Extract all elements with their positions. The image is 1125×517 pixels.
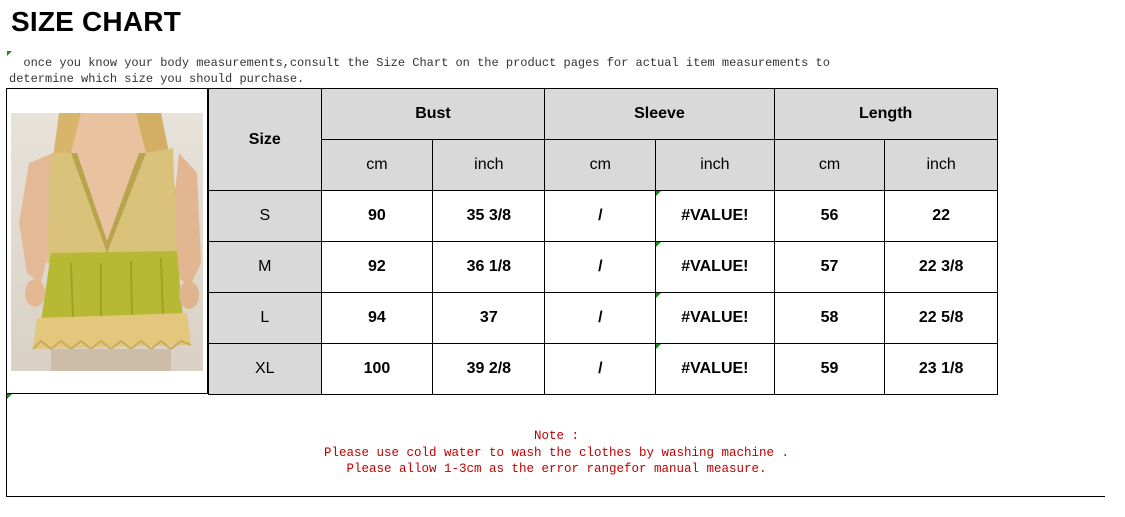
page-title: SIZE CHART <box>11 6 181 37</box>
sleeve-cm-cell: / <box>544 292 657 344</box>
table-row: S 90 35 3/8 / #VALUE! 56 22 <box>208 190 1105 242</box>
sleeve-inch-cell: #VALUE! <box>655 190 775 242</box>
sleeve-cm-cell: / <box>544 343 657 395</box>
bust-inch-cell: 39 2/8 <box>432 343 546 395</box>
unit-header: cm <box>773 139 886 191</box>
bust-cm-cell: 92 <box>320 241 434 293</box>
bust-cm-cell: 90 <box>320 190 434 242</box>
table-row: XL 100 39 2/8 / #VALUE! 59 23 1/8 <box>208 343 1105 395</box>
size-cell: L <box>208 292 322 344</box>
note-box: Note : Please use cold water to wash the… <box>6 394 1105 497</box>
intro-line-1: once you know your body measurements,con… <box>9 56 830 70</box>
length-inch-cell: 23 1/8 <box>884 343 998 395</box>
length-header: Length <box>773 88 998 140</box>
sleeve-header: Sleeve <box>544 88 775 140</box>
length-inch-cell: 22 3/8 <box>884 241 998 293</box>
bust-inch-cell: 35 3/8 <box>432 190 546 242</box>
length-cm-cell: 58 <box>773 292 886 344</box>
note-heading: Note : <box>533 429 579 443</box>
size-chart-sheet: Size Bust Sleeve Length cm inch cm inch … <box>6 88 1105 497</box>
unit-header: inch <box>432 139 546 191</box>
unit-header: inch <box>655 139 775 191</box>
intro-text: once you know your body measurements,con… <box>9 55 839 87</box>
sleeve-inch-cell: #VALUE! <box>655 343 775 395</box>
unit-header: inch <box>884 139 998 191</box>
bust-inch-cell: 36 1/8 <box>432 241 546 293</box>
sleeve-inch-cell: #VALUE! <box>655 292 775 344</box>
size-cell: XL <box>208 343 322 395</box>
product-photo-cell <box>6 88 208 394</box>
table-row: L 94 37 / #VALUE! 58 22 5/8 <box>208 292 1105 344</box>
length-cm-cell: 59 <box>773 343 886 395</box>
length-inch-cell: 22 <box>884 190 998 242</box>
model-wearing-top-photo <box>11 113 203 371</box>
bust-cm-cell: 100 <box>320 343 434 395</box>
bust-cm-cell: 94 <box>320 292 434 344</box>
sleeve-cm-cell: / <box>544 190 657 242</box>
size-cell: M <box>208 241 322 293</box>
intro-line-2: determine which size you should purchase… <box>9 72 305 86</box>
length-cm-cell: 56 <box>773 190 886 242</box>
comment-marker-icon <box>7 394 12 399</box>
length-cm-cell: 57 <box>773 241 886 293</box>
table-row: M 92 36 1/8 / #VALUE! 57 22 3/8 <box>208 241 1105 293</box>
size-chart-table: Size Bust Sleeve Length cm inch cm inch … <box>208 88 1105 395</box>
unit-header: cm <box>320 139 434 191</box>
bust-header: Bust <box>320 88 546 140</box>
length-inch-cell: 22 5/8 <box>884 292 998 344</box>
size-header: Size <box>208 88 322 191</box>
sleeve-cm-cell: / <box>544 241 657 293</box>
unit-header: cm <box>544 139 657 191</box>
sleeve-inch-cell: #VALUE! <box>655 241 775 293</box>
size-cell: S <box>208 190 322 242</box>
note-line-2: Please allow 1-3cm as the error rangefor… <box>346 462 767 476</box>
note-line-1: Please use cold water to wash the clothe… <box>323 445 790 460</box>
bust-inch-cell: 37 <box>432 292 546 344</box>
care-note: Note : Please use cold water to wash the… <box>7 428 1106 478</box>
